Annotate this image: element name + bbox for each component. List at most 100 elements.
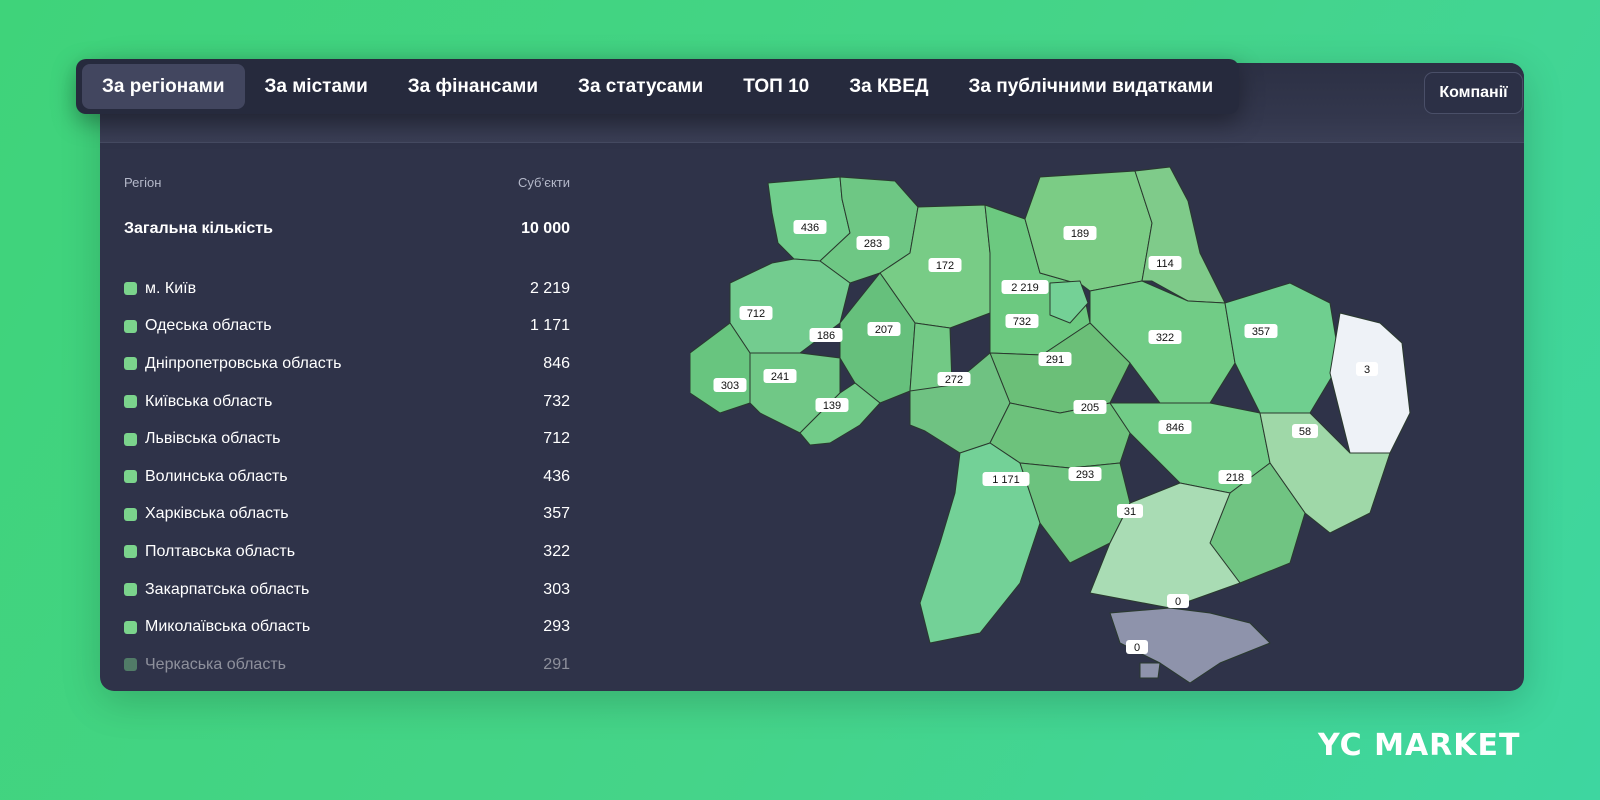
map-label: 732 — [1005, 314, 1039, 328]
row-value: 293 — [543, 618, 570, 636]
table-row[interactable]: Закарпатська область 303 — [124, 571, 570, 609]
row-name: Черкаська область — [145, 655, 286, 673]
total-label: Загальна кількість — [124, 220, 273, 237]
map-label-text: 322 — [1156, 332, 1174, 344]
tab-2[interactable]: За фінансами — [388, 64, 558, 109]
table-row[interactable]: Полтавська область 322 — [124, 533, 570, 571]
map-label-text: 139 — [823, 400, 841, 412]
map-label: 218 — [1218, 470, 1252, 484]
row-name: Миколаївська область — [145, 618, 311, 636]
map-label: 186 — [809, 328, 843, 342]
ukraine-map: 436 283 172 189 114 712 2 219 186 207 732 322 357 3 3… — [689, 163, 1450, 684]
map-label-text: 189 — [1071, 228, 1089, 240]
row-name: Харківська область — [145, 505, 289, 523]
map-label: 0 — [1126, 640, 1148, 654]
map-label-text: 732 — [1013, 316, 1031, 328]
map-svg: 436 283 172 189 114 712 2 219 186 207 732 322 357 3 3… — [689, 166, 1411, 684]
table-row[interactable]: Дніпропетровська область 846 — [124, 345, 570, 383]
color-swatch — [124, 395, 137, 409]
map-label-text: 207 — [875, 324, 893, 336]
map-label-text: 241 — [771, 371, 789, 383]
region-kharkiv[interactable] — [1224, 282, 1341, 414]
map-label-text: 58 — [1299, 426, 1311, 438]
color-swatch — [124, 583, 137, 597]
row-value: 712 — [543, 430, 570, 448]
map-label-text: 0 — [1134, 642, 1140, 654]
tab-bar: За регіонами За містами За фінансами За ста… — [76, 59, 1240, 114]
map-label: 2 219 — [1001, 280, 1049, 294]
row-name: Одеська область — [145, 317, 272, 335]
map-label: 3 — [1356, 362, 1378, 376]
main-card: Регіон Суб’єкти Загальна кількість 10 00… — [100, 63, 1524, 691]
column-subjects: Суб’єкти — [517, 175, 570, 190]
map-label: 357 — [1244, 324, 1278, 338]
table-row[interactable]: м. Київ 2 219 — [124, 270, 570, 308]
map-label: 139 — [815, 398, 849, 412]
table-row[interactable]: Одеська область 1 171 — [124, 308, 570, 346]
row-value: 846 — [543, 354, 570, 372]
map-label-text: 2 219 — [1011, 282, 1039, 294]
row-value: 322 — [543, 542, 570, 560]
row-value: 291 — [543, 655, 570, 673]
map-label: 172 — [928, 258, 962, 272]
map-label: 205 — [1073, 400, 1107, 414]
tab-6[interactable]: За публічними видатками — [948, 64, 1233, 109]
yc-market-logo: YC MARKET — [1318, 728, 1521, 763]
map-label-text: 31 — [1124, 506, 1136, 518]
map-label: 0 — [1167, 594, 1189, 608]
map-label: 58 — [1292, 424, 1318, 438]
row-name: Львівська область — [145, 430, 281, 448]
table-row[interactable]: Львівська область 712 — [124, 420, 570, 458]
row-name: Волинська область — [145, 467, 288, 485]
map-label-text: 712 — [747, 308, 765, 320]
region-table: Регіон Суб’єкти Загальна кількість 10 00… — [124, 173, 570, 684]
table-row[interactable]: Черкаська область 291 — [124, 646, 570, 684]
map-label: 291 — [1038, 352, 1072, 366]
map-label-text: 114 — [1156, 258, 1174, 270]
table-header: Регіон Суб’єкти — [124, 173, 570, 193]
row-value: 1 171 — [529, 317, 570, 335]
table-row[interactable]: Київська область 732 — [124, 383, 570, 421]
map-label: 846 — [1158, 420, 1192, 434]
row-name: Закарпатська область — [145, 580, 310, 598]
table-row[interactable]: Миколаївська область 293 — [124, 608, 570, 646]
map-label-text: 3 — [1364, 364, 1370, 376]
color-swatch — [124, 470, 137, 484]
row-value: 436 — [543, 467, 570, 485]
region-sevastopol[interactable] — [1139, 662, 1161, 679]
row-value: 303 — [543, 580, 570, 598]
tab-5[interactable]: За КВЕД — [829, 64, 948, 109]
map-label-text: 303 — [721, 380, 739, 392]
table-row[interactable]: Харківська область 357 — [124, 496, 570, 534]
map-label-text: 846 — [1166, 422, 1184, 434]
map-label: 712 — [739, 306, 773, 320]
total-row: Загальна кількість 10 000 — [124, 219, 570, 239]
map-label-text: 293 — [1076, 469, 1094, 481]
map-label: 189 — [1063, 226, 1097, 240]
map-label-text: 0 — [1175, 596, 1181, 608]
map-label-text: 291 — [1046, 354, 1064, 366]
map-label-text: 283 — [864, 238, 882, 250]
map-label-text: 186 — [817, 330, 835, 342]
row-name: Київська область — [145, 392, 273, 410]
tab-0[interactable]: За регіонами — [82, 64, 245, 109]
map-label: 1 171 — [982, 472, 1030, 486]
map-label-text: 172 — [936, 260, 954, 272]
row-name: Полтавська область — [145, 542, 296, 560]
tab-3[interactable]: За статусами — [558, 64, 723, 109]
map-label-text: 205 — [1081, 402, 1099, 414]
tab-1[interactable]: За містами — [245, 64, 388, 109]
companies-button[interactable]: Компанії — [1424, 72, 1523, 114]
tab-4[interactable]: ТОП 10 — [723, 64, 829, 109]
table-row[interactable]: Волинська область 436 — [124, 458, 570, 496]
region-luhansk[interactable] — [1329, 312, 1411, 454]
map-label: 31 — [1117, 504, 1143, 518]
color-swatch — [124, 658, 137, 672]
color-swatch — [124, 620, 137, 634]
row-value: 732 — [543, 392, 570, 410]
map-label-text: 218 — [1226, 472, 1244, 484]
map-label: 207 — [867, 322, 901, 336]
map-label-text: 272 — [945, 374, 963, 386]
map-label: 303 — [713, 378, 747, 392]
row-value: 2 219 — [529, 279, 570, 297]
